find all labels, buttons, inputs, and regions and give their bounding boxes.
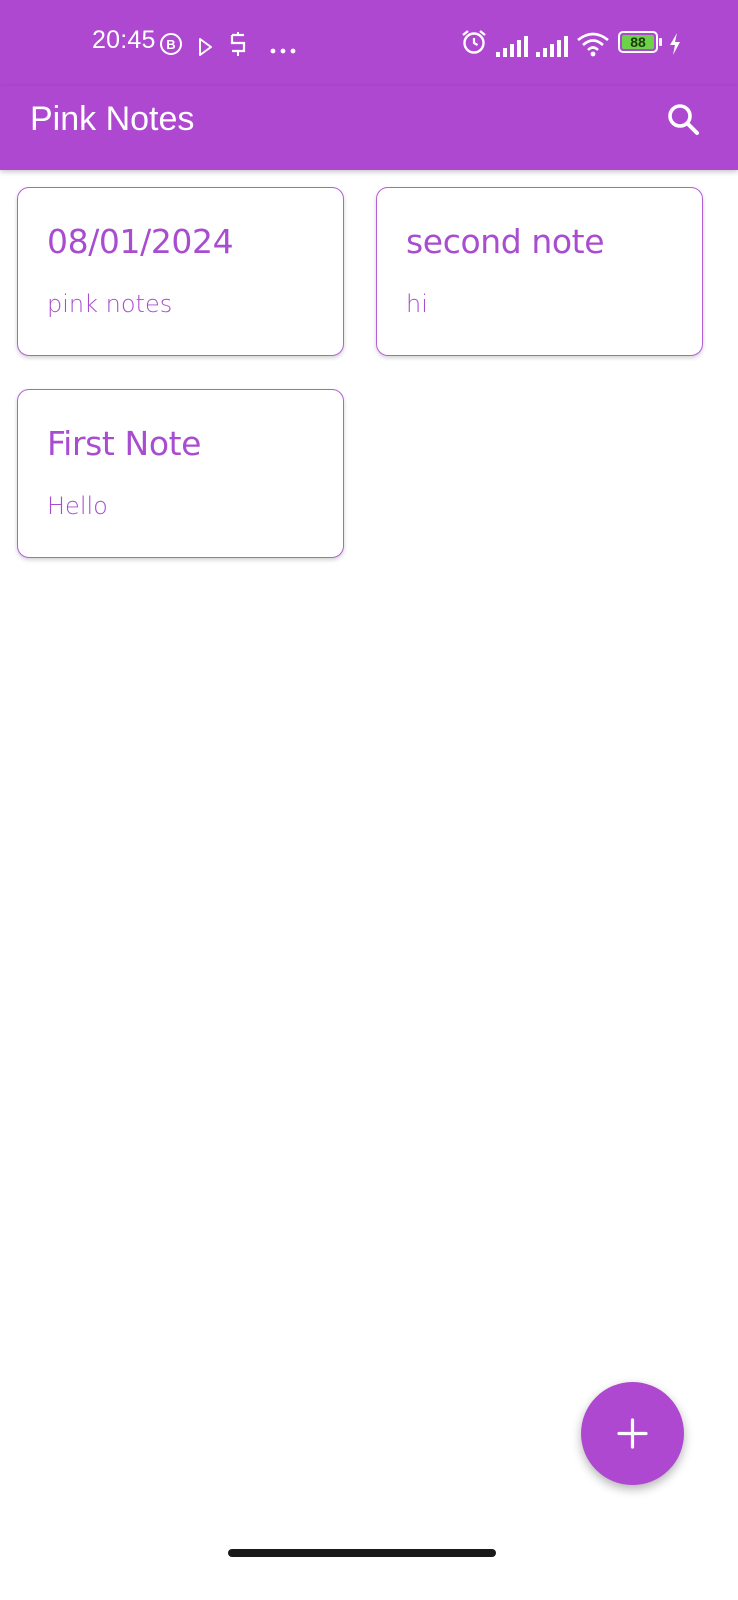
app-bar: Pink Notes [0,86,738,170]
battery-level: 88 [630,34,646,50]
note-card[interactable]: 08/01/2024 pink notes [17,187,344,356]
plus-icon [617,1418,648,1449]
home-indicator[interactable] [228,1549,496,1557]
note-body: Hello [47,492,108,520]
note-card[interactable]: second note hi [376,187,703,356]
b-circle-icon: B [160,33,182,55]
note-body: hi [406,290,428,318]
signal-2-icon [536,36,568,57]
note-title: second note [406,222,605,261]
note-body: pink notes [47,290,173,318]
charging-bolt-icon [670,33,680,55]
more-dots-icon [270,48,296,54]
app-title: Pink Notes [30,100,195,138]
screen: 20:45 B 88 Pink Notes 08/01/2024 pink no… [0,0,738,1600]
alarm-icon [462,30,486,54]
note-card[interactable]: First Note Hello [17,389,344,558]
battery-icon: 88 [618,31,662,53]
wifi-icon [577,32,609,57]
search-icon [668,104,699,135]
add-note-button[interactable] [581,1382,684,1485]
note-title: 08/01/2024 [47,222,234,261]
s-app-icon [230,32,246,56]
svg-text:B: B [166,37,175,52]
note-title: First Note [47,424,202,463]
status-time: 20:45 [92,26,156,54]
status-bar: 20:45 B 88 [0,0,738,86]
play-store-icon [199,38,212,56]
signal-1-icon [496,36,528,57]
search-button[interactable] [664,100,704,140]
